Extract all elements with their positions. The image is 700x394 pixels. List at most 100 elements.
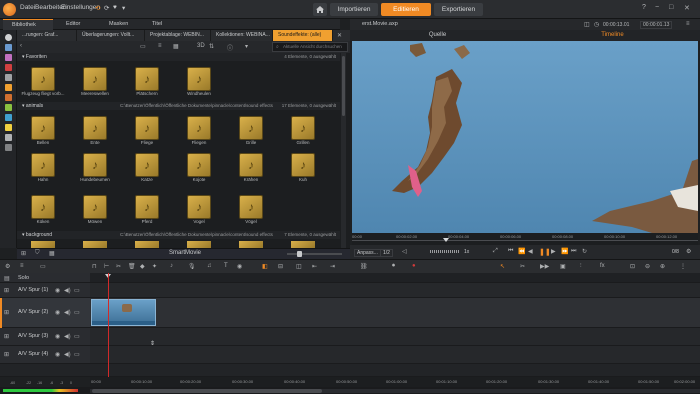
favorite-icon[interactable]: ♥ (113, 4, 117, 11)
lock-icon[interactable]: ⊞ (4, 333, 9, 340)
ratio-select[interactable]: 1/2 (380, 249, 393, 257)
step-icon[interactable]: ▶▶ (540, 263, 549, 270)
montage-icon[interactable] (5, 104, 12, 111)
section-header-favoriten[interactable]: ▾ Favoriten 4 Elemente, 0 ausgewählt (17, 53, 340, 61)
visibility-icon[interactable]: ◉ (55, 351, 60, 358)
title-icon[interactable] (5, 94, 12, 101)
sound-tile[interactable] (187, 241, 211, 248)
search-input[interactable]: ⌕ Aktuelle Ansicht durchsuchen (272, 42, 348, 52)
list-item[interactable]: ♪ Bellen (17, 116, 69, 145)
fast-forward-icon[interactable]: ⏩ (561, 248, 568, 255)
mixer-icon[interactable]: ⫶ (580, 263, 582, 270)
visibility-icon[interactable]: ◉ (55, 333, 60, 340)
menu-icon[interactable]: ≡ (686, 21, 690, 27)
list-item[interactable]: ♪ Pferd (121, 195, 173, 224)
scorefitter-icon[interactable]: ♫ (207, 263, 212, 269)
import-button[interactable]: Importieren (330, 3, 378, 16)
sound-tile[interactable] (291, 241, 315, 248)
video-preview[interactable] (352, 41, 698, 233)
crumb-ueberlagerungen[interactable]: Überlagerungen: Vollt... (77, 30, 145, 41)
sound-tile[interactable] (31, 241, 55, 248)
effects-icon[interactable]: ✦ (152, 263, 157, 270)
tag-icon[interactable]: ⛉ (35, 250, 40, 257)
list-item[interactable]: ♪ Katze (121, 153, 173, 182)
marker-icon[interactable]: ◆ (140, 263, 145, 270)
list-item[interactable]: ♪ Küken (17, 195, 69, 224)
track-area-2[interactable] (90, 298, 700, 328)
audio-icon[interactable]: ◀) (64, 309, 71, 316)
voiceover-icon[interactable]: 🎙 (188, 263, 196, 270)
record-icon[interactable]: ⏺ (392, 263, 395, 270)
snap-icon[interactable]: ⊓ (92, 263, 97, 270)
selection-tool-icon[interactable]: ↖ (500, 263, 505, 270)
sound-tile[interactable] (239, 241, 263, 248)
mark-out-icon[interactable]: ⇥ (330, 263, 335, 270)
settings-icon[interactable]: ⚙ (686, 248, 691, 255)
tab-editor[interactable]: Editor (57, 19, 97, 30)
track-name[interactable]: A/V Spur (3) (18, 333, 48, 339)
list-item[interactable]: ♪ Kojote (173, 153, 225, 182)
fit-select[interactable]: Anpass... (354, 249, 381, 257)
media-icon[interactable] (5, 34, 12, 41)
title-editor-icon[interactable]: T (224, 263, 228, 269)
list-item[interactable]: ♪ Vögel (225, 195, 277, 224)
timeline-ruler[interactable]: 00:00 00:00:10.00 00:00:20.00 00:00:30.0… (90, 377, 700, 387)
list-item[interactable]: ♪ Plätschern (121, 67, 173, 96)
delete-icon[interactable]: 🗑 (128, 263, 136, 270)
speed-label[interactable]: 1x (464, 249, 469, 255)
track-name[interactable]: A/V Spur (1) (18, 287, 48, 293)
track-area-4[interactable] (90, 346, 700, 364)
loop-icon[interactable]: ↻ (582, 248, 587, 255)
settings-icon[interactable]: ⚙ (5, 263, 10, 270)
undo-icon[interactable]: ⟲ (95, 4, 100, 12)
help-icon[interactable]: ? (642, 4, 646, 11)
close-icon[interactable]: ✕ (684, 4, 690, 12)
expand-icon[interactable]: ◫ (584, 21, 590, 28)
add-icon[interactable]: ⊞ (21, 250, 26, 257)
track-header-3[interactable]: ⊞ A/V Spur (3) ◉ ◀) ▭ (0, 328, 90, 346)
list-item[interactable]: ♪ Hahn (17, 153, 69, 182)
timeline-scrollbar[interactable] (90, 389, 700, 393)
grid-view-icon[interactable]: ▦ (173, 43, 179, 50)
list-item[interactable]: ♪ Hundebeumen (69, 153, 121, 182)
lock-icon[interactable]: ⊞ (4, 309, 9, 316)
list-item[interactable]: ♪ Vogel (173, 195, 225, 224)
redo-icon[interactable]: ⟳ (104, 4, 109, 12)
section-header-animals[interactable]: ▾ animals C:\Benutzer\Öffentlich\Öffentl… (17, 102, 340, 110)
track-menu-icon[interactable]: ▭ (74, 287, 80, 294)
scrollbar-thumb[interactable] (342, 56, 345, 116)
crumb-soundeffekte[interactable]: Soundeffekte: (alle) (273, 30, 333, 41)
ripple-icon[interactable]: ◫ (296, 263, 302, 270)
transitions-icon[interactable] (5, 64, 12, 71)
track-name[interactable]: A/V Spur (2) (18, 309, 48, 315)
maximize-icon[interactable]: □ (669, 4, 673, 11)
zoom-in-icon[interactable]: ⊕ (660, 263, 665, 270)
tab-quelle[interactable]: Quelle (350, 30, 525, 41)
filter-icon[interactable]: ▦ (49, 250, 55, 257)
scrubber-handle[interactable] (443, 238, 449, 242)
section-header-background[interactable]: ▾ background C:\Benutzer\Öffentlich\Öffe… (17, 231, 340, 239)
crumb-projektablage[interactable]: Projektablage: WEBIN... (145, 30, 211, 41)
disc-icon[interactable] (5, 134, 12, 141)
lock-icon[interactable]: ⊞ (4, 351, 9, 358)
sound-tile[interactable] (83, 241, 107, 248)
lock-icon[interactable]: ▤ (4, 275, 10, 282)
solo-label[interactable]: Solo (18, 275, 29, 281)
tab-bibliothek[interactable]: Bibliothek (3, 19, 53, 30)
audio-icon[interactable]: ◀) (64, 351, 71, 358)
list-item[interactable]: ♪ Grille (225, 116, 277, 145)
folder-icon[interactable]: ▭ (140, 43, 146, 50)
trim-icon[interactable]: ⊢ (104, 263, 109, 270)
close-icon[interactable]: ✕ (337, 32, 342, 39)
fx-icon[interactable]: fx (600, 263, 605, 269)
stop-motion-icon[interactable]: ◧ (262, 263, 268, 270)
visibility-icon[interactable]: ◉ (55, 287, 60, 294)
list-item[interactable]: ♪ Krähen (225, 153, 277, 182)
edit-button[interactable]: Editieren (381, 3, 431, 16)
crumb-grafiken[interactable]: ...rungen: Graf... (17, 30, 77, 41)
menu-datei[interactable]: Datei (20, 4, 35, 11)
track-menu-icon[interactable]: ▭ (74, 309, 80, 316)
track-area-empty[interactable] (90, 364, 700, 377)
smartmovie-button[interactable]: SmartMovie (169, 250, 201, 256)
list-item[interactable]: ♪ Möwen (69, 195, 121, 224)
